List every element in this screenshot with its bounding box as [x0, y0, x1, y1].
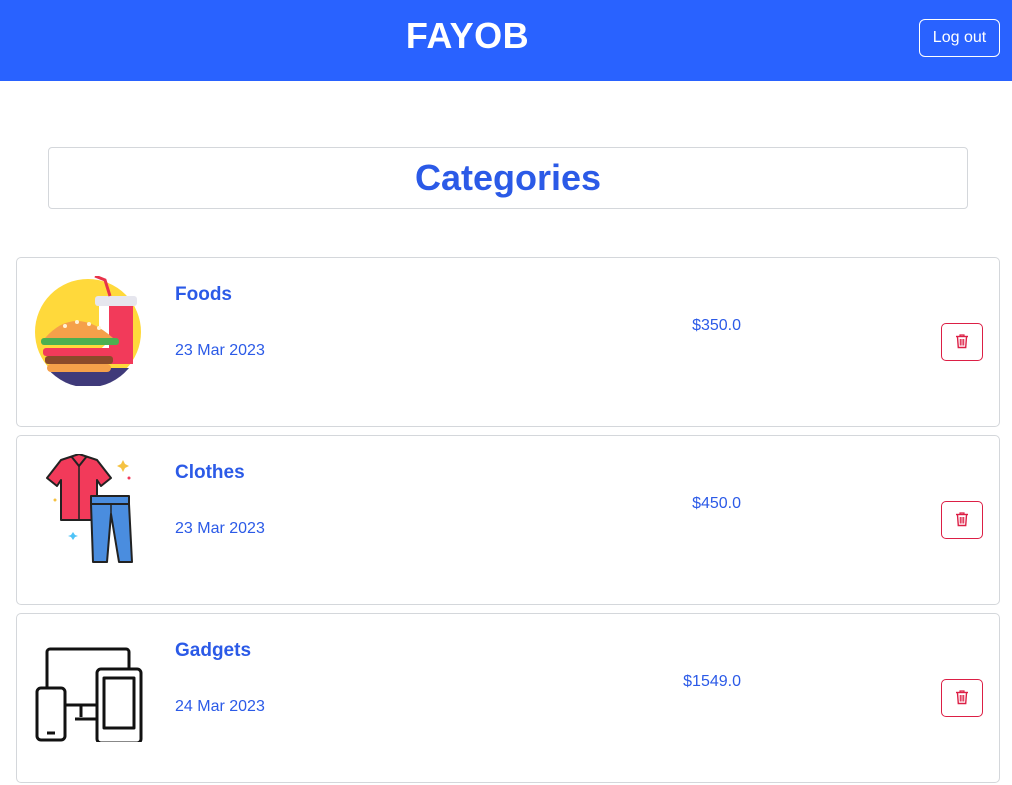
category-date: 23 Mar 2023	[175, 342, 265, 359]
category-card-gadgets[interactable]: Gadgets 24 Mar 2023 $1549.0	[16, 613, 1000, 783]
delete-button[interactable]	[941, 323, 983, 361]
logout-button[interactable]: Log out	[919, 19, 1000, 57]
category-amount: $450.0	[692, 495, 741, 512]
category-amount: $1549.0	[683, 673, 741, 690]
delete-button[interactable]	[941, 501, 983, 539]
delete-button[interactable]	[941, 679, 983, 717]
category-date: 24 Mar 2023	[175, 698, 265, 715]
trash-icon	[954, 333, 970, 352]
category-date: 23 Mar 2023	[175, 520, 265, 537]
page-title-box: Categories	[48, 147, 968, 209]
navbar: FAYOB Log out	[0, 0, 1012, 81]
burger-drink-icon	[35, 274, 143, 388]
category-card-foods[interactable]: Foods 23 Mar 2023 $350.0	[16, 257, 1000, 427]
category-name[interactable]: Clothes	[175, 462, 245, 484]
trash-icon	[954, 511, 970, 530]
category-amount: $350.0	[692, 317, 741, 334]
devices-icon	[35, 632, 143, 745]
category-name[interactable]: Foods	[175, 284, 232, 306]
brand-title[interactable]: FAYOB	[0, 0, 935, 72]
shirt-jeans-icon	[35, 453, 143, 564]
category-card-clothes[interactable]: Clothes 23 Mar 2023 $450.0	[16, 435, 1000, 605]
page-title: Categories	[414, 157, 602, 198]
category-name[interactable]: Gadgets	[175, 640, 251, 662]
trash-icon	[954, 689, 970, 708]
